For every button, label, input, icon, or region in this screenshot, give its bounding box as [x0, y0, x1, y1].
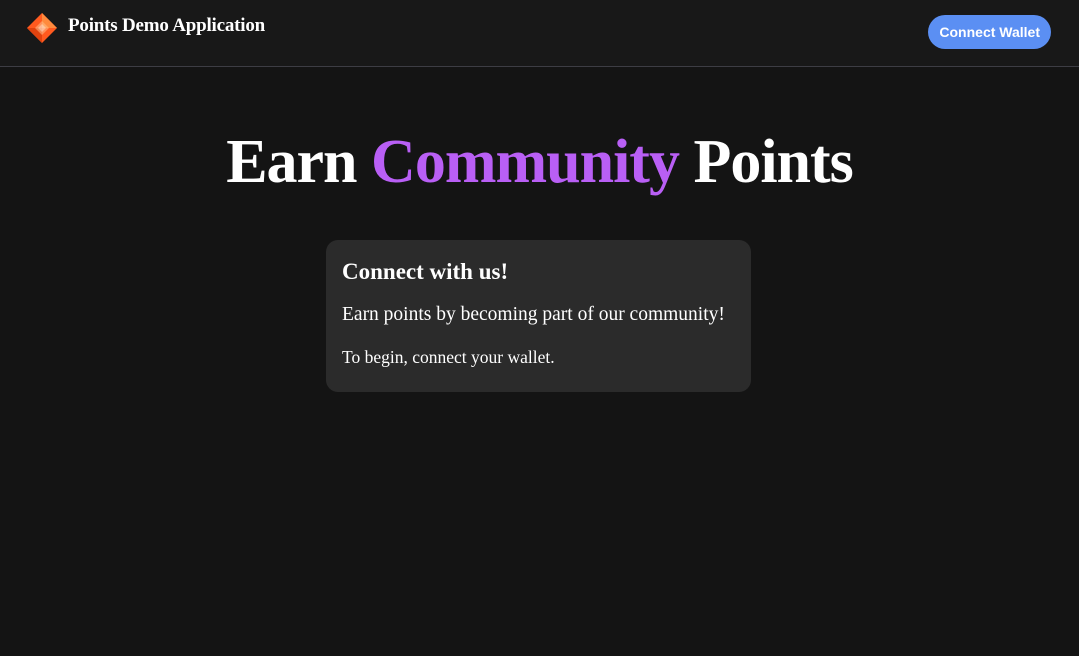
card-instruction: To begin, connect your wallet.	[342, 347, 555, 367]
app-header: Points Demo Application Connect Wallet	[0, 0, 1079, 67]
hero-heading: Earn Community Points	[0, 124, 1079, 200]
connect-card: Connect with us! Earn points by becoming…	[326, 240, 751, 392]
hero-accent: Community	[371, 128, 680, 196]
brand[interactable]: Points Demo Application	[26, 12, 265, 44]
app-title: Points Demo Application	[68, 15, 266, 36]
hero-prefix: Earn	[226, 128, 372, 196]
card-title: Connect with us!	[342, 259, 509, 284]
diamond-logo-icon	[27, 13, 57, 43]
connect-wallet-button[interactable]: Connect Wallet	[928, 15, 1051, 49]
hero-suffix: Points	[678, 128, 853, 196]
card-description: Earn points by becoming part of our comm…	[342, 304, 725, 325]
